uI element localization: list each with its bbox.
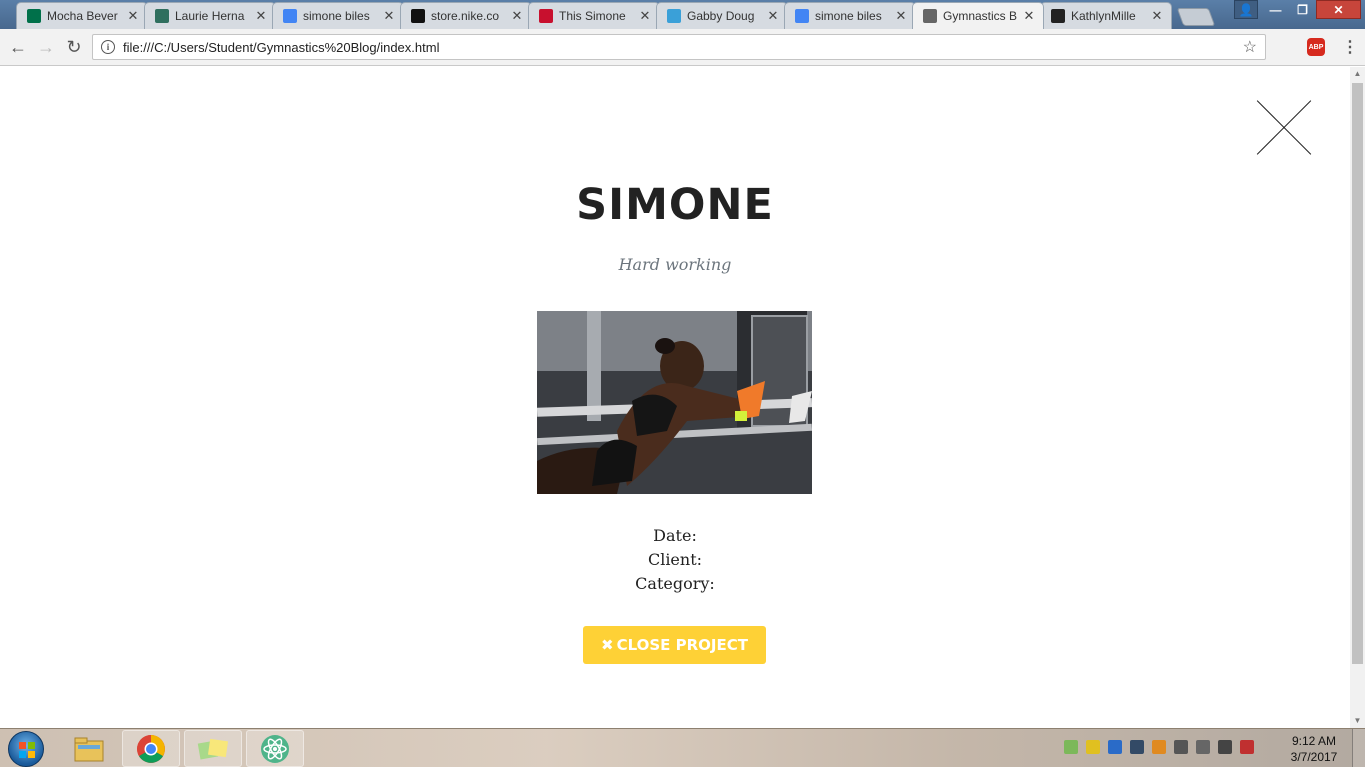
browser-toolbar: ← → ↻ i file:///C:/Users/Student/Gymnast… (0, 29, 1365, 66)
project-image (537, 311, 812, 494)
tab-title: KathlynMille (1071, 9, 1136, 23)
start-button[interactable] (8, 731, 44, 767)
h-icon (155, 9, 169, 23)
explorer-icon (74, 737, 104, 761)
tab-close-icon[interactable]: ✕ (127, 8, 139, 24)
browser-tab[interactable]: Laurie Herna ✕ (144, 2, 276, 29)
browser-tab[interactable]: This Simone ✕ (528, 2, 660, 29)
browser-tab[interactable]: simone biles ✕ (272, 2, 404, 29)
info-icon[interactable]: i (101, 40, 115, 54)
github-icon (1051, 9, 1065, 23)
show-desktop-button[interactable] (1352, 729, 1365, 767)
browser-tab[interactable]: Gabby Doug ✕ (656, 2, 788, 29)
browser-tab[interactable]: simone biles ✕ (784, 2, 916, 29)
browser-tab[interactable]: Gymnastics B ✕ (912, 2, 1044, 29)
tab-close-icon[interactable]: ✕ (255, 8, 267, 24)
reload-icon[interactable]: ↻ (63, 36, 85, 58)
tab-title: simone biles (815, 9, 882, 23)
tab-title: This Simone (559, 9, 626, 23)
close-project-button[interactable]: ✖ CLOSE PROJECT (583, 626, 766, 664)
windows-taskbar: 9:12 AM 3/7/2017 (0, 728, 1365, 767)
scroll-up-arrow-icon[interactable]: ▲ (1350, 67, 1365, 81)
adblock-plus-icon[interactable]: ABP (1307, 38, 1325, 56)
times-icon: ✖ (601, 636, 614, 654)
close-project-label: CLOSE PROJECT (616, 636, 748, 654)
chrome-icon (137, 734, 165, 763)
page-viewport: SIMONE Hard working Date: Client: Catego… (0, 67, 1350, 728)
explorer-taskbar-button[interactable] (60, 730, 118, 767)
vertical-scrollbar[interactable]: ▲ ▼ (1350, 67, 1365, 728)
google-icon (795, 9, 809, 23)
display-icon[interactable] (1130, 740, 1144, 754)
project-title: SIMONE (576, 180, 774, 230)
tab-title: Mocha Bever (47, 9, 118, 23)
page-icon (923, 9, 937, 23)
sticky-notes-icon (197, 738, 229, 759)
battery-icon[interactable] (1174, 740, 1188, 754)
windows-logo-icon (19, 742, 35, 758)
update-icon[interactable] (1152, 740, 1166, 754)
scroll-down-arrow-icon[interactable]: ▼ (1350, 714, 1365, 728)
tab-title: store.nike.co (431, 9, 500, 23)
tab-close-icon[interactable]: ✕ (511, 8, 523, 24)
url-text[interactable]: file:///C:/Users/Student/Gymnastics%20Bl… (123, 40, 439, 55)
new-tab-button[interactable] (1176, 8, 1216, 26)
bluetooth-icon[interactable] (1108, 740, 1122, 754)
browser-tab[interactable]: Mocha Bever ✕ (16, 2, 148, 29)
browser-tab-strip: Mocha Bever ✕ Laurie Herna ✕ simone biles ✕ st… (0, 0, 1365, 29)
profile-icon[interactable]: 👤 (1234, 0, 1258, 19)
category-label: Category: (635, 574, 715, 593)
restore-button[interactable]: ❐ (1289, 0, 1316, 19)
modal-close-icon[interactable] (1257, 101, 1311, 155)
atom-icon (261, 734, 289, 763)
browser-tab[interactable]: store.nike.co ✕ (400, 2, 532, 29)
window-close-button[interactable]: ✕ (1316, 0, 1361, 19)
security-icon[interactable] (1086, 740, 1100, 754)
network-status-icon[interactable] (1064, 740, 1078, 754)
tab-close-icon[interactable]: ✕ (1023, 8, 1035, 24)
bookmark-star-icon[interactable]: ☆ (1243, 37, 1257, 57)
minimize-button[interactable]: — (1262, 0, 1289, 19)
sticky-notes-taskbar-button[interactable] (184, 730, 242, 767)
starbucks-icon (27, 9, 41, 23)
atom-taskbar-button[interactable] (246, 730, 304, 767)
tab-close-icon[interactable]: ✕ (1151, 8, 1163, 24)
system-tray (1064, 740, 1254, 754)
tab-title: Laurie Herna (175, 9, 245, 23)
tab-title: Gabby Doug (687, 9, 755, 23)
volume-icon[interactable] (1196, 740, 1210, 754)
tab-title: simone biles (303, 9, 370, 23)
back-icon[interactable]: ← (7, 36, 29, 58)
date-label: Date: (653, 526, 697, 545)
j-icon (667, 9, 681, 23)
browser-tab[interactable]: KathlynMille ✕ (1040, 2, 1172, 29)
browser-menu-icon[interactable]: ⋮ (1342, 37, 1358, 57)
client-label: Client: (647, 550, 703, 569)
tab-title: Gymnastics B (943, 9, 1018, 23)
t-icon (539, 9, 553, 23)
nike-icon (411, 9, 425, 23)
tab-close-icon[interactable]: ✕ (383, 8, 395, 24)
gymnast-photo-illustration (537, 311, 812, 494)
scrollbar-thumb[interactable] (1352, 83, 1363, 664)
window-controls: 👤 — ❐ ✕ (1234, 0, 1361, 19)
address-bar[interactable]: i file:///C:/Users/Student/Gymnastics%20… (92, 34, 1266, 60)
clock-time: 9:12 AM (1291, 734, 1337, 748)
tab-close-icon[interactable]: ✕ (639, 8, 651, 24)
chrome-taskbar-button[interactable] (122, 730, 180, 767)
tab-close-icon[interactable]: ✕ (895, 8, 907, 24)
signal-icon[interactable] (1218, 740, 1232, 754)
action-center-icon[interactable] (1240, 740, 1254, 754)
tab-close-icon[interactable]: ✕ (767, 8, 779, 24)
clock-date: 3/7/2017 (1290, 750, 1338, 764)
taskbar-clock[interactable]: 9:12 AM 3/7/2017 (1284, 733, 1344, 765)
google-icon (283, 9, 297, 23)
forward-icon[interactable]: → (35, 36, 57, 58)
project-subtitle: Hard working (618, 255, 732, 274)
